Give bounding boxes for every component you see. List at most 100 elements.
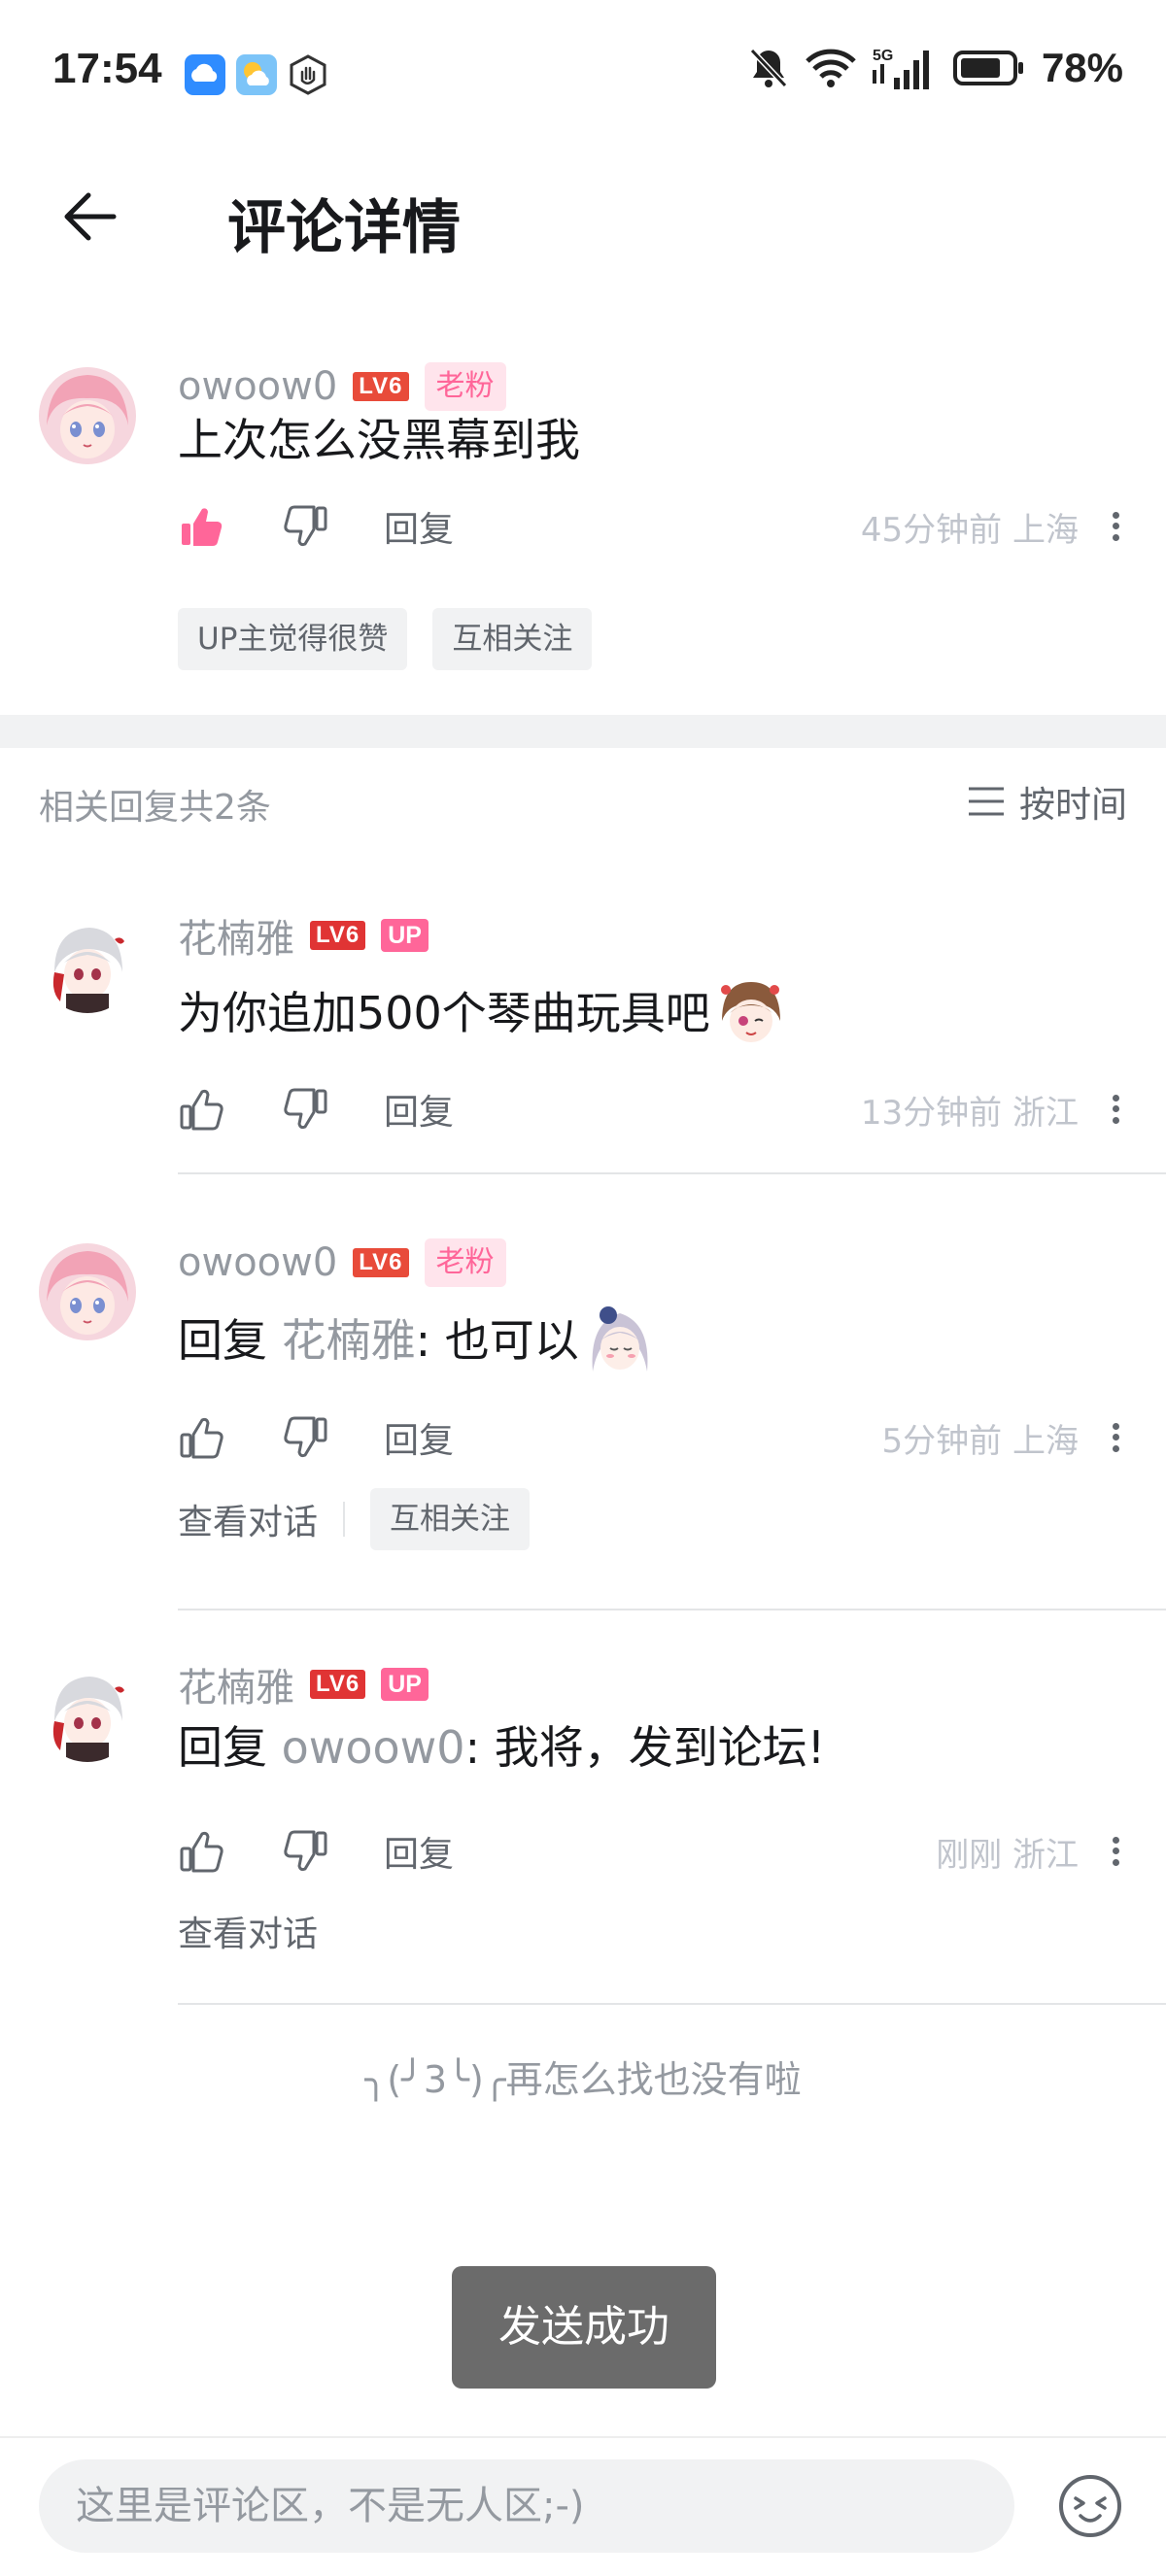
reply-button[interactable]: 回复 — [384, 1412, 454, 1463]
status-time: 17:54 — [52, 45, 162, 92]
name-row: owoow0 LV6 老粉 — [178, 1236, 506, 1290]
battery-icon — [952, 51, 1023, 85]
comment-meta: 45分钟前 上海 — [861, 503, 1079, 551]
sort-button[interactable]: 按时间 — [967, 775, 1127, 828]
tag-row: UP主觉得很赞 互相关注 — [178, 608, 593, 670]
comment-text: 为你追加500个琴曲玩具吧 — [178, 987, 710, 1039]
reply-button[interactable]: 回复 — [384, 1826, 454, 1877]
name-row: owoow0 LV6 老粉 — [178, 359, 506, 414]
name-row: 花楠雅 LV6 UP — [178, 908, 429, 963]
reply-count: 相关回复共2条 — [39, 788, 271, 828]
dislike-button[interactable] — [281, 1827, 329, 1876]
thumbs-up-icon — [180, 1089, 223, 1131]
sort-label: 按时间 — [1019, 784, 1127, 826]
comment-text: : 也可以 — [415, 1314, 579, 1367]
action-row: 回复 5分钟前 上海 — [178, 1408, 1127, 1467]
gesture-app-icon — [288, 54, 328, 95]
reply-button[interactable]: 回复 — [384, 501, 454, 552]
action-row: 回复 刚刚 浙江 — [178, 1822, 1127, 1881]
more-options-button[interactable] — [1104, 1827, 1127, 1876]
weather-app-icon — [236, 54, 277, 95]
dislike-button[interactable] — [281, 1413, 329, 1462]
more-options-button[interactable] — [1104, 502, 1127, 551]
mention-link[interactable]: owoow0 — [282, 1715, 465, 1779]
thumbs-up-icon — [180, 1417, 223, 1459]
status-bar: 17:54 5G 78% — [0, 0, 1166, 146]
tag-mutual-follow: 互相关注 — [370, 1488, 531, 1550]
avatar[interactable] — [39, 1243, 136, 1340]
comment-time: 刚刚 — [936, 1835, 1003, 1875]
mention-link[interactable]: 花楠雅 — [282, 1308, 416, 1373]
comment-meta: 5分钟前 上海 — [882, 1414, 1079, 1462]
comment-text: 上次怎么没黑幕到我 — [178, 414, 580, 466]
anime-girl-wink-emote — [720, 982, 780, 1042]
thumbs-down-icon — [284, 1416, 327, 1458]
wifi-icon — [806, 49, 856, 87]
thumbs-down-icon — [284, 1088, 327, 1130]
comment-content: 回复 owoow0: 我将，发到论坛! — [178, 1715, 825, 1779]
comment-meta: 刚刚 浙江 — [936, 1828, 1079, 1876]
reply-divider — [178, 2003, 1166, 2005]
username[interactable]: owoow0 — [178, 364, 337, 409]
action-row: 回复 13分钟前 浙江 — [178, 1080, 1127, 1138]
up-badge: UP — [381, 919, 429, 952]
toast-message: 发送成功 — [452, 2266, 716, 2389]
tag-mutual-follow: 互相关注 — [432, 608, 593, 670]
sort-list-icon — [969, 787, 1004, 816]
level-badge: LV6 — [310, 1670, 366, 1699]
page-title: 评论详情 — [227, 194, 461, 262]
level-badge: LV6 — [353, 372, 409, 401]
cloud-app-icon — [185, 54, 225, 95]
avatar[interactable] — [39, 1665, 136, 1762]
comment-time: 5分钟前 — [881, 1421, 1003, 1461]
comment-content: 回复 花楠雅: 也可以 — [178, 1304, 657, 1377]
comment-text: : 我将，发到论坛! — [464, 1721, 826, 1774]
thumbs-down-icon — [284, 505, 327, 547]
replies-header: 相关回复共2条 按时间 — [0, 748, 1166, 855]
tag-up-liked: UP主觉得很赞 — [178, 608, 408, 670]
anime-girl-shy-emote — [592, 1306, 648, 1372]
more-options-button[interactable] — [1104, 1085, 1127, 1134]
comment-input-box[interactable] — [39, 2459, 1014, 2553]
dislike-button[interactable] — [281, 1085, 329, 1134]
status-icons: 5G 78% — [748, 43, 1123, 93]
tag-row: 查看对话 — [178, 1906, 318, 1956]
comment-meta: 13分钟前 浙江 — [861, 1086, 1079, 1134]
comment-input[interactable] — [39, 2459, 1014, 2553]
reply-prefix: 回复 — [178, 1721, 267, 1774]
battery-percent: 78% — [1041, 45, 1123, 90]
view-conversation-link[interactable]: 查看对话 — [178, 1494, 318, 1544]
like-button[interactable] — [178, 1413, 226, 1462]
username[interactable]: 花楠雅 — [178, 1656, 294, 1712]
like-button[interactable] — [178, 502, 226, 551]
username[interactable]: owoow0 — [178, 1240, 337, 1285]
dislike-button[interactable] — [281, 502, 329, 551]
view-conversation-link[interactable]: 查看对话 — [178, 1906, 318, 1956]
comment-location: 浙江 — [1012, 1093, 1079, 1133]
more-options-button[interactable] — [1104, 1413, 1127, 1462]
like-button[interactable] — [178, 1085, 226, 1134]
thumbs-up-filled-icon — [182, 508, 223, 546]
comment-content: 为你追加500个琴曲玩具吧 — [178, 976, 788, 1050]
back-button[interactable] — [54, 183, 122, 251]
reply-button[interactable]: 回复 — [384, 1084, 454, 1135]
svg-text:5G: 5G — [873, 48, 893, 64]
like-button[interactable] — [178, 1827, 226, 1876]
avatar[interactable] — [39, 367, 136, 464]
emoji-icon[interactable] — [1057, 2473, 1123, 2539]
comment-time: 13分钟前 — [860, 1093, 1003, 1133]
avatar[interactable] — [39, 916, 136, 1013]
username[interactable]: 花楠雅 — [178, 907, 294, 964]
thumbs-up-icon — [180, 1831, 223, 1873]
comment-input-bar — [0, 2436, 1166, 2576]
section-divider — [0, 715, 1166, 748]
reply-divider — [178, 1172, 1166, 1174]
level-badge: LV6 — [310, 921, 366, 950]
mute-icon — [749, 48, 788, 88]
action-row: 回复 45分钟前 上海 — [178, 497, 1127, 556]
reply-prefix: 回复 — [178, 1314, 267, 1367]
end-of-list-text: ╮(╯3╰)╭再怎么找也没有啦 — [364, 2058, 802, 2101]
comment-location: 上海 — [1012, 1421, 1079, 1461]
signal-icon: 5G — [872, 48, 929, 89]
back-arrow-icon — [64, 192, 117, 241]
